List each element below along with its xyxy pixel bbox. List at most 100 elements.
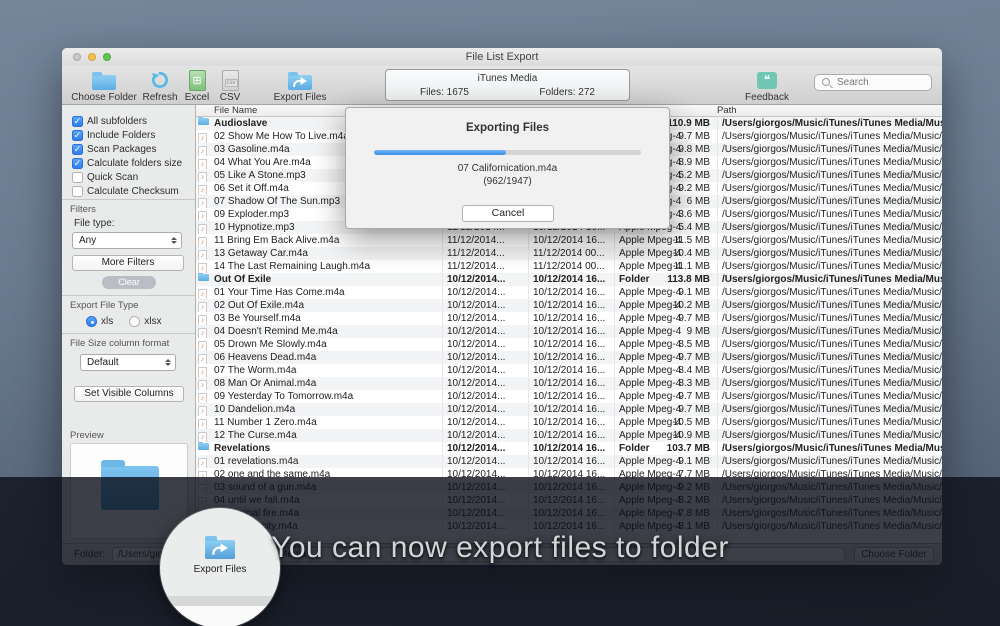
set-visible-columns-button[interactable]: Set Visible Columns [74,386,184,402]
date-modified-cell: 10/12/2014 16... [528,312,612,325]
scan-option-calculate-folders-size[interactable]: ✓ Calculate folders size [72,157,182,169]
path-cell: /Users/giorgos/Music/iTunes/iTunes Media… [717,247,942,260]
spotlight-label: Export Files [160,564,280,575]
table-row[interactable]: ♪08 Man Or Animal.m4a10/12/2014...10/12/… [196,377,942,390]
file-name-cell: Revelations [214,442,438,455]
checkbox-icon[interactable]: ✓ [72,130,83,141]
date-modified-cell: 11/12/2014 00... [528,247,612,260]
table-row[interactable]: ♪01 revelations.m4a10/12/2014...10/12/20… [196,455,942,468]
size-cell: 8.5 MB [646,338,710,351]
date-created-cell: 10/12/2014... [442,286,526,299]
date-modified-cell: 10/12/2014 16... [528,325,612,338]
feedback-button[interactable]: Feedback [745,69,789,103]
table-row[interactable]: Revelations10/12/2014...10/12/2014 16...… [196,442,942,455]
date-modified-cell: 10/12/2014 16... [528,351,612,364]
date-modified-cell: 10/12/2014 16... [528,442,612,455]
table-row[interactable]: ♪02 Out Of Exile.m4a10/12/2014...10/12/2… [196,299,942,312]
checkbox-icon[interactable]: ✓ [72,116,83,127]
path-cell: /Users/giorgos/Music/iTunes/iTunes Media… [717,260,942,273]
folder-icon [198,117,212,130]
window-title: File List Export [62,51,942,63]
audio-file-icon: ♪ [198,429,212,443]
table-row[interactable]: ♪03 Be Yourself.m4a10/12/2014...10/12/20… [196,312,942,325]
radio-xlsx[interactable]: xlsx [129,316,161,327]
checkbox-label: Calculate folders size [87,158,182,169]
path-cell: /Users/giorgos/Music/iTunes/iTunes Media… [717,325,942,338]
scan-option-scan-packages[interactable]: ✓Scan Packages [72,143,157,155]
current-file-label: 07 Californication.m4a [346,163,669,174]
date-created-cell: 10/12/2014... [442,299,526,312]
column-header-path[interactable]: Path [717,105,737,117]
date-created-cell: 11/12/2014... [442,260,526,273]
path-cell: /Users/giorgos/Music/iTunes/iTunes Media… [717,429,942,442]
checkbox-icon[interactable] [72,172,83,183]
size-format-dropdown[interactable]: Default [80,354,176,371]
size-cell: 10.9 MB [646,429,710,442]
search-field[interactable] [814,74,932,91]
scan-source-box: iTunes Media Files: 1675 Folders: 272 [385,69,630,101]
export-files-button[interactable]: Export Files [268,69,332,103]
export-progress-dialog: Exporting Files 07 Californication.m4a (… [345,107,670,229]
column-header-file-name[interactable]: File Name [214,105,257,117]
tutorial-spotlight[interactable]: Export Files [160,508,280,626]
file-name-cell: 04 Doesn't Remind Me.m4a [214,325,438,338]
table-row[interactable]: Out Of Exile10/12/2014...10/12/2014 16..… [196,273,942,286]
file-name-cell: 13 Getaway Car.m4a [214,247,438,260]
date-created-cell: 10/12/2014... [442,455,526,468]
export-type-options: xls xlsx [86,316,161,327]
scan-option-all-subfolders[interactable]: ✓All subfolders [72,115,147,127]
file-name-cell: 11 Bring Em Back Alive.m4a [214,234,438,247]
radio-label: xlsx [144,316,161,327]
csv-export-button[interactable]: CSV [212,69,248,103]
file-type-dropdown[interactable]: Any [72,232,182,249]
path-cell: /Users/giorgos/Music/iTunes/iTunes Media… [717,416,942,429]
file-name-cell: 06 Heavens Dead.m4a [214,351,438,364]
size-cell: 8.3 MB [646,377,710,390]
date-modified-cell: 11/12/2014 00... [528,260,612,273]
file-name-cell: 12 The Curse.m4a [214,429,438,442]
scan-option-calculate-checksum[interactable]: Calculate Checksum [72,185,179,197]
cancel-button[interactable]: Cancel [462,205,554,222]
checkbox-icon[interactable]: ✓ [72,158,83,169]
radio-xls[interactable]: xls [86,316,113,327]
path-cell: /Users/giorgos/Music/iTunes/iTunes Media… [717,455,942,468]
choose-folder-button[interactable]: Choose Folder [70,69,138,103]
scan-option-quick-scan[interactable]: Quick Scan [72,171,138,183]
checkbox-label: Include Folders [87,130,155,141]
table-row[interactable]: ♪10 Dandelion.m4a10/12/2014...10/12/2014… [196,403,942,416]
table-row[interactable]: ♪11 Number 1 Zero.m4a10/12/2014...10/12/… [196,416,942,429]
table-row[interactable]: ♪01 Your Time Has Come.m4a10/12/2014...1… [196,286,942,299]
table-row[interactable]: ♪14 The Last Remaining Laugh.m4a11/12/20… [196,260,942,273]
size-cell: 9.1 MB [646,455,710,468]
radio-icon[interactable] [129,316,140,327]
date-created-cell: 10/12/2014... [442,377,526,390]
table-row[interactable]: ♪09 Yesterday To Tomorrow.m4a10/12/2014.… [196,390,942,403]
scan-option-include-folders[interactable]: ✓ Include Folders [72,129,155,141]
titlebar[interactable]: File List Export [62,48,942,66]
clear-button[interactable]: Clear [102,276,156,289]
file-name-cell: 03 Be Yourself.m4a [214,312,438,325]
progress-count-label: (962/1947) [346,176,669,187]
checkbox-icon[interactable]: ✓ [72,144,83,155]
more-filters-button[interactable]: More Filters [72,255,184,271]
search-input[interactable] [837,77,927,88]
table-row[interactable]: ♪04 Doesn't Remind Me.m4a10/12/2014...10… [196,325,942,338]
checkbox-icon[interactable] [72,186,83,197]
audio-file-icon: ♪ [198,221,212,235]
file-name-cell: 10 Dandelion.m4a [214,403,438,416]
table-row[interactable]: ♪07 The Worm.m4a10/12/2014...10/12/2014 … [196,364,942,377]
dialog-title: Exporting Files [346,122,669,134]
date-modified-cell: 10/12/2014 16... [528,429,612,442]
table-row[interactable]: ♪12 The Curse.m4a10/12/2014...10/12/2014… [196,429,942,442]
audio-file-icon: ♪ [198,299,212,313]
radio-icon[interactable] [86,316,97,327]
table-row[interactable]: ♪05 Drown Me Slowly.m4a10/12/2014...10/1… [196,338,942,351]
table-row[interactable]: ♪13 Getaway Car.m4a11/12/2014...11/12/20… [196,247,942,260]
table-row[interactable]: ♪06 Heavens Dead.m4a10/12/2014...10/12/2… [196,351,942,364]
date-created-cell: 10/12/2014... [442,338,526,351]
file-name-cell: 14 The Last Remaining Laugh.m4a [214,260,438,273]
table-row[interactable]: ♪11 Bring Em Back Alive.m4a11/12/2014...… [196,234,942,247]
date-modified-cell: 10/12/2014 16... [528,377,612,390]
audio-file-icon: ♪ [198,455,212,469]
file-name-cell: 09 Yesterday To Tomorrow.m4a [214,390,438,403]
